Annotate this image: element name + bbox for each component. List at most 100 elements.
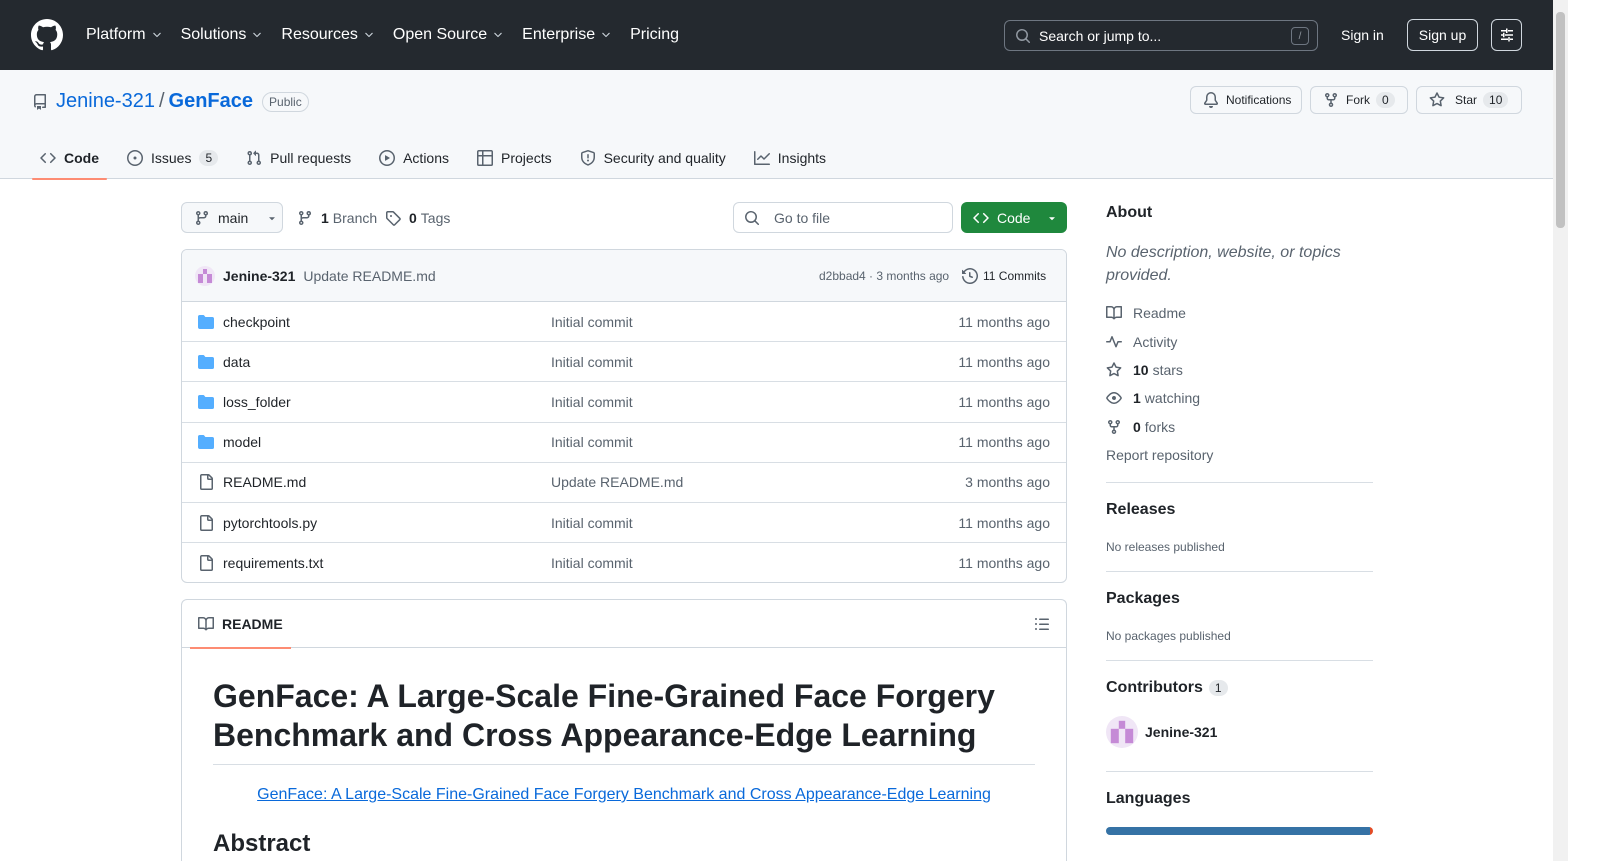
page-scrollbar[interactable] xyxy=(1553,0,1568,861)
search-icon xyxy=(745,210,760,225)
code-icon xyxy=(973,212,989,223)
file-type-icon xyxy=(198,314,214,330)
branch-selector[interactable]: main xyxy=(181,202,283,233)
readme-link[interactable]: Readme xyxy=(1106,299,1373,327)
stars-label: stars xyxy=(1152,361,1183,378)
folder-icon xyxy=(198,435,214,450)
file-row[interactable]: requirements.txt Initial commit 11 months … xyxy=(182,543,1066,582)
issue-icon xyxy=(127,149,143,166)
file-commit-age: 11 months ago xyxy=(958,353,1050,370)
commit-message[interactable]: Update README.md xyxy=(303,268,435,284)
repo-name-link[interactable]: GenFace xyxy=(169,90,253,113)
tab-actions[interactable]: Actions xyxy=(371,136,457,179)
tab-projects[interactable]: Projects xyxy=(469,136,560,179)
pull-request-icon xyxy=(247,150,262,165)
stars-count: 10 xyxy=(1133,361,1149,378)
list-unordered-icon[interactable] xyxy=(1034,616,1050,632)
notifications-button[interactable]: Notifications xyxy=(1190,86,1302,114)
file-type-icon xyxy=(198,354,214,370)
file-row[interactable]: pytorchtools.py Initial commit 11 months a… xyxy=(182,503,1066,544)
global-search-input[interactable]: Search or jump to... / xyxy=(1004,20,1318,51)
folder-icon xyxy=(198,314,214,329)
file-commit-message[interactable]: Initial commit xyxy=(551,394,633,410)
file-commit-age: 11 months ago xyxy=(958,514,1050,531)
sidebar-divider xyxy=(1106,660,1373,661)
nav-resources[interactable]: Resources xyxy=(281,26,374,44)
forks-link[interactable]: 0 forks xyxy=(1106,413,1373,441)
fork-icon xyxy=(1325,93,1337,108)
github-logo-icon[interactable] xyxy=(31,19,63,51)
packages-heading[interactable]: Packages xyxy=(1106,590,1373,608)
branches-link[interactable]: 1 Branch xyxy=(297,210,377,226)
tab-issues[interactable]: Issues 5 xyxy=(119,136,226,179)
file-name-link[interactable]: model xyxy=(223,434,261,450)
commit-author[interactable]: Jenine-321 xyxy=(223,268,295,284)
stars-link[interactable]: 10 stars xyxy=(1106,356,1373,384)
nav-solutions[interactable]: Solutions xyxy=(181,26,264,44)
fork-button[interactable]: Fork 0 xyxy=(1310,86,1408,114)
tags-link[interactable]: 0 Tags xyxy=(385,210,450,226)
commits-link[interactable]: 11 Commits xyxy=(962,267,1047,284)
play-icon xyxy=(379,149,396,166)
file-type-icon xyxy=(198,394,214,410)
report-repository-link[interactable]: Report repository xyxy=(1106,441,1373,469)
file-commit-message[interactable]: Update README.md xyxy=(551,474,683,490)
sign-in-link[interactable]: Sign in xyxy=(1341,27,1384,43)
file-name-link[interactable]: requirements.txt xyxy=(223,555,323,571)
tab-code[interactable]: Code xyxy=(32,136,107,180)
chevron-down-icon xyxy=(253,32,262,38)
nav-pricing[interactable]: Pricing xyxy=(630,26,679,44)
activity-link[interactable]: Activity xyxy=(1106,327,1373,355)
nav-label: Enterprise xyxy=(522,26,596,43)
sign-up-button[interactable]: Sign up xyxy=(1407,19,1478,51)
file-name-link[interactable]: README.md xyxy=(223,474,306,490)
file-name-link[interactable]: pytorchtools.py xyxy=(223,515,317,531)
commit-hash-time[interactable]: d2bbad4 · 3 months ago xyxy=(819,269,949,283)
paper-link[interactable]: GenFace: A Large-Scale Fine-Grained Face… xyxy=(182,786,1066,804)
code-button-label: Code xyxy=(997,209,1031,226)
tab-label: Code xyxy=(64,149,99,166)
file-name-link[interactable]: loss_folder xyxy=(223,394,291,410)
file-row[interactable]: README.md Update README.md 3 months ago xyxy=(182,463,1066,503)
sliders-icon xyxy=(1500,28,1513,42)
file-commit-message[interactable]: Initial commit xyxy=(551,434,633,450)
repo-separator: / xyxy=(158,90,165,112)
tab-insights[interactable]: Insights xyxy=(746,136,834,179)
file-row[interactable]: data Initial commit 11 months ago xyxy=(182,342,1066,383)
avatar[interactable] xyxy=(195,265,215,286)
tab-label: Actions xyxy=(403,149,450,166)
scrollbar-thumb[interactable] xyxy=(1556,12,1565,228)
nav-open-source[interactable]: Open Source xyxy=(393,26,504,44)
menu-button[interactable] xyxy=(1491,19,1522,51)
watchers-link[interactable]: 1 watching xyxy=(1106,384,1373,412)
commit-count-label: 11 Commits xyxy=(983,268,1047,283)
star-button[interactable]: Star 10 xyxy=(1416,86,1522,114)
file-name-link[interactable]: data xyxy=(223,354,250,370)
file-commit-message[interactable]: Initial commit xyxy=(551,354,633,370)
chevron-down-icon xyxy=(152,32,161,38)
file-commit-message[interactable]: Initial commit xyxy=(551,314,633,330)
file-commit-message[interactable]: Initial commit xyxy=(551,515,633,531)
releases-heading[interactable]: Releases xyxy=(1106,501,1373,519)
file-row[interactable]: loss_folder Initial commit 11 months ago xyxy=(182,382,1066,423)
file-row[interactable]: checkpoint Initial commit 11 months ago xyxy=(182,302,1066,343)
book-icon xyxy=(1106,306,1122,320)
sidebar-divider xyxy=(1106,482,1373,483)
nav-enterprise[interactable]: Enterprise xyxy=(522,26,612,44)
tag-count: 0 xyxy=(409,210,417,226)
file-row[interactable]: model Initial commit 11 months ago xyxy=(182,423,1066,463)
go-to-file-input[interactable]: Go to file xyxy=(733,202,953,233)
repo-owner-link[interactable]: Jenine-321 xyxy=(56,90,155,113)
nav-platform[interactable]: Platform xyxy=(86,26,163,44)
tab-label: Projects xyxy=(501,149,552,166)
global-nav: Platform Solutions Resources Open Source… xyxy=(86,0,697,70)
file-commit-message[interactable]: Initial commit xyxy=(551,555,633,571)
readme-tab[interactable]: README xyxy=(190,600,291,649)
releases-text: No releases published xyxy=(1106,540,1225,554)
code-button[interactable]: Code xyxy=(961,202,1067,233)
tab-pull-requests[interactable]: Pull requests xyxy=(238,136,359,179)
tab-security[interactable]: Security and quality xyxy=(572,136,734,179)
contributors-heading[interactable]: Contributors 1 xyxy=(1106,679,1373,697)
contributor-item[interactable]: Jenine-321 xyxy=(1106,716,1373,748)
file-name-link[interactable]: checkpoint xyxy=(223,314,290,330)
